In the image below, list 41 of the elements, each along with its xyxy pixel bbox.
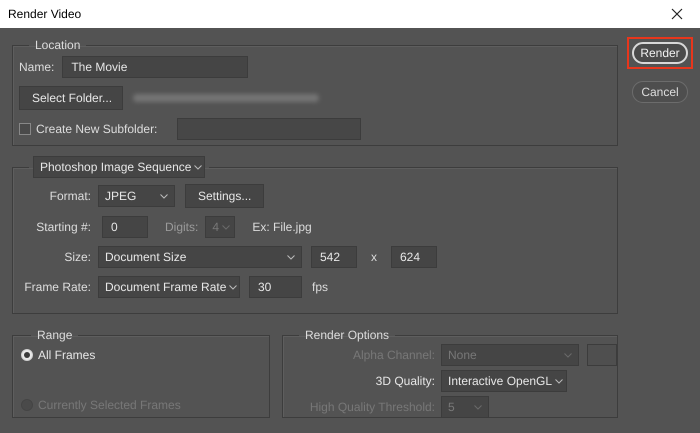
render-button[interactable]: Render	[632, 42, 688, 64]
chevron-down-icon	[222, 224, 230, 230]
group-title: Range	[36, 327, 74, 344]
field-label: 3D Quality:	[374, 373, 435, 390]
field-label: Frame Rate:	[23, 279, 91, 296]
radio-label: All Frames	[38, 347, 96, 364]
group-title: Render Options	[304, 327, 390, 344]
unit-label: fps	[312, 279, 328, 296]
field-label: Digits:	[165, 219, 198, 236]
checkbox[interactable]	[19, 123, 31, 135]
width-field[interactable]: 542	[311, 246, 357, 268]
chevron-down-icon	[194, 164, 202, 170]
quality-dropdown[interactable]: Interactive OpenGL	[441, 370, 567, 392]
radio-button[interactable]	[21, 349, 33, 361]
size-dropdown[interactable]: Document Size	[98, 246, 302, 268]
fps-field[interactable]: 30	[249, 276, 302, 298]
settings-button[interactable]: Settings...	[185, 184, 264, 208]
field-label: Starting #:	[35, 219, 91, 236]
format-dropdown[interactable]: JPEG	[98, 185, 175, 207]
sequence-dropdown[interactable]: Photoshop Image Sequence	[33, 156, 205, 178]
close-icon	[671, 8, 683, 20]
name-field[interactable]: The Movie	[62, 56, 248, 78]
cancel-button[interactable]: Cancel	[632, 81, 688, 103]
times-label: x	[371, 249, 377, 266]
field-label: Format:	[48, 188, 91, 205]
group-title: Location	[34, 37, 82, 54]
chevron-down-icon	[474, 404, 482, 410]
chevron-down-icon	[287, 254, 295, 260]
select-folder-button[interactable]: Select Folder...	[19, 86, 123, 110]
chevron-down-icon	[160, 194, 168, 198]
field-label: Name:	[19, 59, 54, 76]
chevron-down-icon	[229, 284, 238, 290]
chevron-down-icon	[555, 378, 564, 384]
example-text: Ex: File.jpg	[252, 219, 312, 236]
chevron-down-icon	[564, 352, 572, 358]
window-title: Render Video	[8, 6, 82, 23]
frame-rate-dropdown[interactable]: Document Frame Rate	[98, 276, 240, 298]
field-label: Size:	[63, 249, 91, 266]
height-field[interactable]: 624	[391, 246, 437, 268]
starting-number-field[interactable]: 0	[102, 216, 148, 238]
checkbox-label: Create New Subfolder:	[36, 121, 158, 138]
